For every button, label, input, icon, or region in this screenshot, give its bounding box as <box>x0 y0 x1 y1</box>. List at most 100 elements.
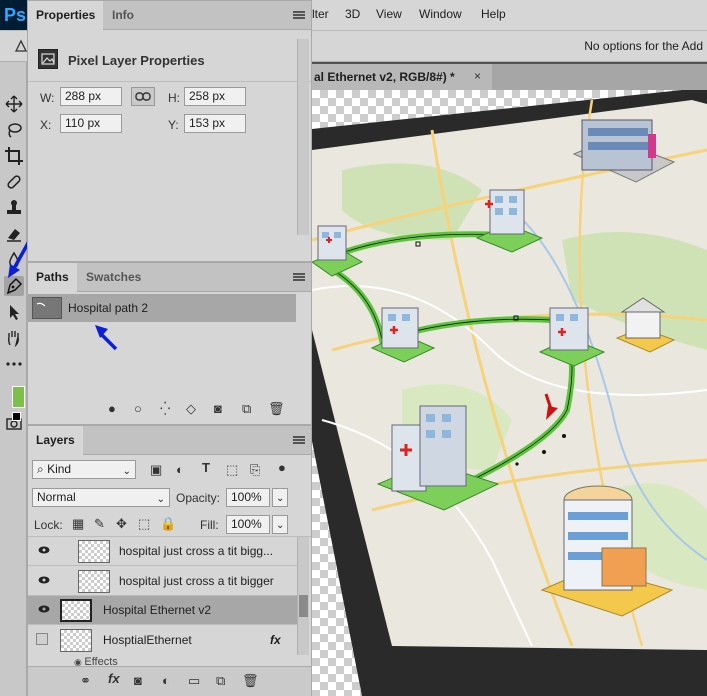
lock-transparent-icon[interactable]: ▦ <box>72 516 84 532</box>
h-label: H: <box>168 91 180 105</box>
panel-menu-icon[interactable] <box>293 436 305 444</box>
filter-toggle-icon[interactable]: ● <box>278 460 286 475</box>
panel-menu-icon[interactable] <box>293 11 305 19</box>
lock-artboard-icon[interactable]: ⬚ <box>138 516 150 532</box>
opacity-chevron-icon[interactable]: ⌄ <box>272 488 288 507</box>
fill-path-icon[interactable]: ● <box>108 401 116 416</box>
document-tab[interactable]: al Ethernet v2, RGB/8#) * <box>312 64 492 90</box>
chevron-down-icon: ⌄ <box>122 466 131 477</box>
menu-filter[interactable]: lter <box>312 7 329 21</box>
crop-tool-icon[interactable] <box>4 146 24 166</box>
lock-position-icon[interactable]: ✥ <box>116 516 127 532</box>
link-dimensions-icon[interactable] <box>131 87 155 106</box>
link-layers-icon[interactable]: ⚭ <box>80 673 91 689</box>
opacity-field[interactable]: 100% <box>226 488 270 507</box>
layer-row[interactable]: hospital just cross a tit bigg... <box>28 537 298 566</box>
filter-pixel-icon[interactable]: ▣ <box>150 462 162 478</box>
layer-row-selected[interactable]: Hospital Ethernet v2 <box>28 596 298 625</box>
tab-layers[interactable]: Layers <box>28 426 83 455</box>
lock-all-icon[interactable]: 🔒 <box>160 516 176 532</box>
add-style-icon[interactable]: fx <box>108 671 120 686</box>
tab-properties[interactable]: Properties <box>28 1 104 30</box>
layer-thumbnail <box>60 629 92 652</box>
layer-name: hospital just cross a tit bigger <box>119 574 274 588</box>
annotation-arrow-icon <box>95 325 118 351</box>
height-field[interactable]: 258 px <box>184 87 246 106</box>
hand-tool-icon[interactable] <box>4 328 24 348</box>
load-selection-icon[interactable]: ⁛ <box>160 401 170 417</box>
document-canvas[interactable] <box>312 90 707 696</box>
default-colors-icon[interactable] <box>12 412 21 421</box>
fill-field[interactable]: 100% <box>226 515 270 534</box>
lock-label: Lock: <box>34 518 63 532</box>
move-tool-icon[interactable] <box>4 94 24 114</box>
layers-scrollbar[interactable] <box>297 537 309 655</box>
new-layer-icon[interactable]: ⧉ <box>216 673 225 689</box>
path-name: Hospital path 2 <box>68 301 149 315</box>
toolbar <box>0 62 27 696</box>
filter-shape-icon[interactable]: ⬚ <box>226 462 238 478</box>
paths-footer: ● ○ ⁛ ◇ ◙ ⧉ 🗑 <box>108 401 288 419</box>
add-mask-icon[interactable]: ◙ <box>134 673 142 688</box>
y-label: Y: <box>168 118 179 132</box>
filter-smart-object-icon[interactable]: ⎘ <box>250 462 260 478</box>
layer-filter-dropdown[interactable]: ⌕ Kind ⌄ <box>32 460 136 479</box>
layer-name: Hospital Ethernet v2 <box>103 603 212 617</box>
more-tools-icon[interactable] <box>4 354 24 374</box>
properties-scrollbar[interactable] <box>297 39 309 235</box>
tab-info[interactable]: Info <box>104 1 142 30</box>
healing-brush-icon[interactable] <box>4 172 24 192</box>
eye-icon[interactable] <box>38 605 50 613</box>
width-field[interactable]: 288 px <box>60 87 122 106</box>
eye-icon[interactable] <box>38 576 50 584</box>
lasso-tool-icon[interactable] <box>4 120 24 140</box>
layer-thumbnail <box>78 570 110 593</box>
x-field[interactable]: 110 px <box>60 114 122 133</box>
delete-layer-icon[interactable]: 🗑 <box>242 673 259 689</box>
pen-options-icon[interactable] <box>14 39 28 56</box>
blend-mode-dropdown[interactable]: Normal ⌄ <box>32 488 170 507</box>
fill-chevron-icon[interactable]: ⌄ <box>272 515 288 534</box>
menu-help[interactable]: Help <box>481 7 506 21</box>
layer-row[interactable]: HosptialEthernet fx <box>28 626 298 655</box>
filter-adjustment-icon[interactable]: ◐ <box>176 462 184 477</box>
path-item[interactable]: Hospital path 2 <box>28 294 296 322</box>
paths-panel: Paths Swatches Hospital path 2 ● ○ ⁛ ◇ ◙… <box>27 262 312 425</box>
new-group-icon[interactable]: ▭ <box>188 673 200 689</box>
close-icon[interactable]: × <box>474 69 481 83</box>
fx-badge[interactable]: fx <box>270 633 281 647</box>
path-thumbnail <box>32 297 62 319</box>
layer-row[interactable]: hospital just cross a tit bigger <box>28 567 298 596</box>
menu-view[interactable]: View <box>376 7 402 21</box>
lock-image-icon[interactable]: ✎ <box>94 516 105 532</box>
path-selection-icon[interactable] <box>4 302 24 322</box>
add-mask-icon[interactable]: ◙ <box>214 401 222 416</box>
tablet-map-artwork <box>312 90 707 696</box>
filter-type-icon[interactable]: T <box>202 460 210 475</box>
y-field[interactable]: 153 px <box>184 114 246 133</box>
photoshop-logo: Ps <box>0 0 27 30</box>
adjustment-layer-icon[interactable]: ◐ <box>162 673 170 688</box>
pixel-layer-icon <box>38 49 58 69</box>
layers-panel: Layers ⌕ Kind ⌄ ▣ ◐ T ⬚ ⎘ ● Normal ⌄ Opaci… <box>27 425 312 696</box>
stroke-path-icon[interactable]: ○ <box>134 401 142 416</box>
tab-swatches[interactable]: Swatches <box>78 263 149 292</box>
tab-paths[interactable]: Paths <box>28 263 77 292</box>
menu-window[interactable]: Window <box>419 7 462 21</box>
delete-path-icon[interactable]: 🗑 <box>268 401 285 417</box>
new-path-icon[interactable]: ⧉ <box>242 401 251 417</box>
fill-label: Fill: <box>200 518 219 532</box>
scrollbar-thumb[interactable] <box>299 595 308 617</box>
layers-footer: ⚭ fx ◙ ◐ ▭ ⧉ 🗑 <box>28 666 311 696</box>
visibility-toggle[interactable] <box>36 633 48 645</box>
menu-3d[interactable]: 3D <box>345 7 360 21</box>
properties-panel: Properties Info Pixel Layer Properties W… <box>27 0 312 262</box>
eye-icon[interactable] <box>38 546 50 554</box>
stamp-tool-icon[interactable] <box>4 198 24 218</box>
foreground-color-swatch[interactable] <box>12 386 25 408</box>
tab-bar-empty <box>492 64 707 90</box>
panel-menu-icon[interactable] <box>293 273 305 281</box>
divider <box>28 81 311 82</box>
opacity-label: Opacity: <box>176 491 221 505</box>
make-work-path-icon[interactable]: ◇ <box>186 401 196 417</box>
